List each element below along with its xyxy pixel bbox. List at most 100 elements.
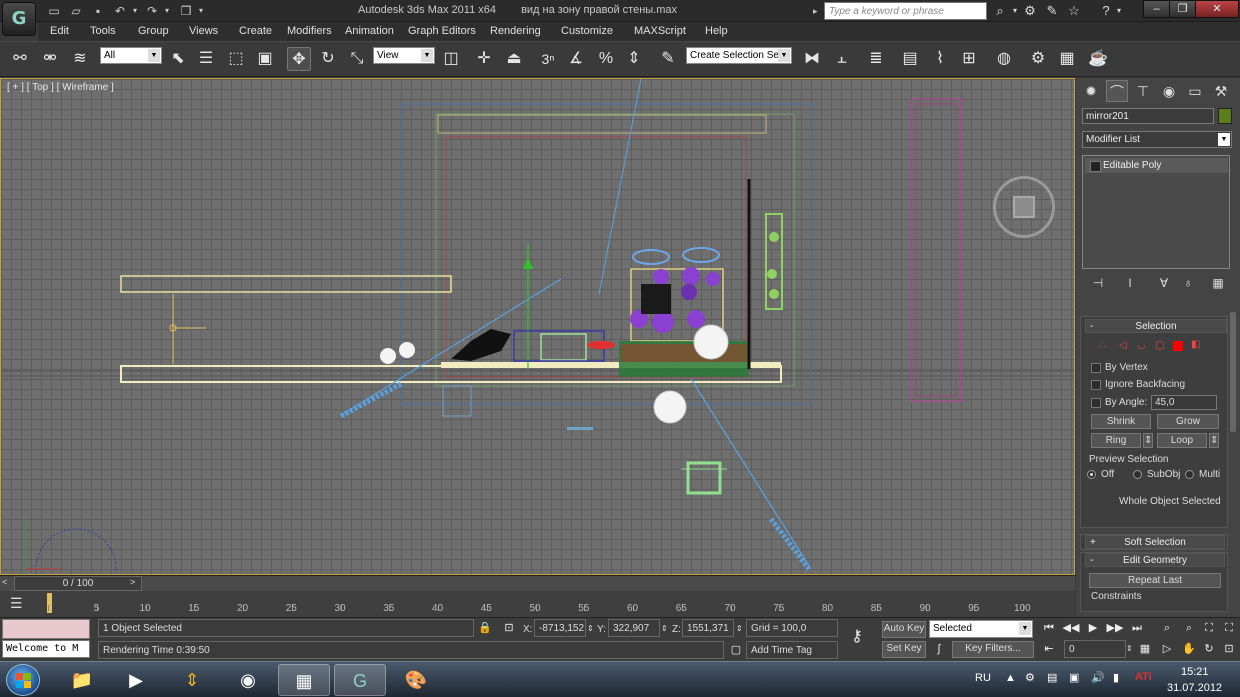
- preview-multi-radio[interactable]: [1185, 470, 1194, 479]
- absolute-mode-icon[interactable]: ⊡: [500, 619, 518, 637]
- percent-snap-icon[interactable]: %: [594, 47, 618, 71]
- clock-time[interactable]: 15:21: [1181, 666, 1209, 678]
- search-input[interactable]: Type a keyword or phrase: [824, 2, 987, 20]
- select-and-scale-icon[interactable]: ⤡: [345, 47, 369, 71]
- ring-spinner-icon[interactable]: ⇕: [1143, 433, 1153, 448]
- selection-rollout-header[interactable]: - Selection: [1085, 319, 1227, 333]
- time-configuration-icon[interactable]: ▦: [1136, 640, 1154, 658]
- time-slider-thumb[interactable]: 0 / 100: [14, 576, 142, 591]
- key-mode-toggle-icon[interactable]: ⇤: [1040, 640, 1058, 658]
- configure-modifier-sets-icon[interactable]: ▦: [1206, 274, 1230, 292]
- select-and-move-icon[interactable]: ✥: [287, 47, 311, 71]
- current-frame-field[interactable]: 0: [1064, 640, 1126, 658]
- create-tab-icon[interactable]: ✹: [1080, 80, 1102, 102]
- rectangular-selection-icon[interactable]: ⬚: [224, 47, 248, 71]
- menu-edit[interactable]: Edit: [50, 25, 69, 37]
- field-of-view-icon[interactable]: ▷: [1158, 640, 1176, 658]
- menu-help[interactable]: Help: [705, 25, 728, 37]
- orbit-icon[interactable]: ↻: [1200, 640, 1218, 658]
- search-expand-icon[interactable]: ▸: [813, 2, 823, 20]
- remove-modifier-icon[interactable]: ♁: [1176, 274, 1200, 292]
- by-angle-spinner[interactable]: 45,0: [1151, 395, 1217, 410]
- y-coordinate-field[interactable]: 322,907: [608, 619, 660, 637]
- undo-dropdown-icon[interactable]: ▾: [130, 2, 140, 20]
- angle-snap-icon[interactable]: ∡: [564, 47, 588, 71]
- select-and-manipulate-icon[interactable]: ✛: [472, 47, 496, 71]
- window-crossing-icon[interactable]: ▣: [253, 47, 277, 71]
- 3dsmax-taskbar-icon[interactable]: G: [334, 664, 386, 696]
- display-tab-icon[interactable]: ▭: [1184, 80, 1206, 102]
- tray-chat-icon[interactable]: ▣: [1069, 671, 1079, 684]
- ring-button[interactable]: Ring: [1091, 433, 1141, 448]
- command-panel-scrollbar[interactable]: [1230, 312, 1236, 432]
- minimize-button[interactable]: –: [1143, 0, 1170, 18]
- stack-item-editable-poly[interactable]: Editable Poly: [1085, 158, 1228, 173]
- maximize-viewport-icon[interactable]: ⊡: [1220, 640, 1238, 658]
- render-production-icon[interactable]: ☕: [1086, 47, 1110, 71]
- menu-rendering[interactable]: Rendering: [490, 25, 541, 37]
- vertex-mode-icon[interactable]: ∴: [1099, 340, 1105, 351]
- select-by-name-icon[interactable]: ☰: [194, 47, 218, 71]
- bind-space-warp-icon[interactable]: ≋: [68, 47, 92, 71]
- menu-animation[interactable]: Animation: [345, 25, 394, 37]
- viewcube-face[interactable]: [1013, 196, 1035, 218]
- material-editor-icon[interactable]: ◍: [992, 47, 1016, 71]
- paint-taskbar-icon[interactable]: 🎨: [390, 664, 442, 696]
- go-to-start-icon[interactable]: ⏮: [1040, 619, 1058, 637]
- quick-access-dropdown-icon[interactable]: ▾: [196, 2, 206, 20]
- tray-app-icon[interactable]: ⚙: [1025, 671, 1035, 684]
- media-player-taskbar-icon[interactable]: ▶: [110, 664, 162, 696]
- save-icon[interactable]: ▪: [88, 2, 108, 20]
- time-slider[interactable]: < 0 / 100 >: [0, 575, 1075, 591]
- tray-expand-icon[interactable]: ▲: [1005, 672, 1016, 684]
- graphite-modeling-icon[interactable]: ▤: [898, 47, 922, 71]
- language-indicator[interactable]: RU: [975, 672, 991, 684]
- maxscript-listener-pink[interactable]: [2, 619, 90, 639]
- tray-ati-icon[interactable]: ATi: [1135, 671, 1152, 683]
- key-filters-button[interactable]: Key Filters...: [952, 641, 1034, 658]
- time-slider-next-icon[interactable]: >: [130, 577, 135, 587]
- edge-mode-icon[interactable]: ◁: [1119, 340, 1127, 351]
- polygon-mode-icon[interactable]: ▢: [1155, 340, 1164, 351]
- chrome-taskbar-icon[interactable]: ◉: [222, 664, 274, 696]
- modify-tab-icon[interactable]: ⌒: [1106, 80, 1128, 102]
- menu-views[interactable]: Views: [189, 25, 218, 37]
- maxscript-listener-input[interactable]: Welcome to M: [2, 640, 90, 658]
- set-key-mode-icon[interactable]: ⚷: [848, 628, 866, 646]
- zoom-extents-icon[interactable]: ⛶: [1200, 619, 1218, 637]
- app-logo-icon[interactable]: G: [2, 2, 36, 36]
- selection-filter-dropdown[interactable]: All ▼: [100, 47, 162, 64]
- search-dropdown-icon[interactable]: ▾: [1010, 2, 1020, 20]
- tray-wifi-icon[interactable]: ▮: [1113, 671, 1119, 684]
- shrink-button[interactable]: Shrink: [1091, 414, 1151, 429]
- unlink-selection-icon[interactable]: ⚮: [38, 47, 62, 71]
- layer-manager-icon[interactable]: ≣: [864, 47, 888, 71]
- utilities-tab-icon[interactable]: ⚒: [1210, 80, 1232, 102]
- selected-key-dropdown[interactable]: Selected ▼: [929, 620, 1033, 638]
- render-setup-icon[interactable]: ⚙: [1026, 47, 1050, 71]
- add-time-tag-field[interactable]: Add Time Tag: [746, 641, 838, 659]
- z-coordinate-field[interactable]: 1551,371: [682, 619, 734, 637]
- zoom-extents-all-icon[interactable]: ⛶: [1220, 619, 1238, 637]
- soft-selection-header[interactable]: + Soft Selection: [1085, 535, 1225, 549]
- menu-tools[interactable]: Tools: [90, 25, 116, 37]
- select-and-link-icon[interactable]: ⚯: [8, 47, 32, 71]
- snaps-toggle-icon[interactable]: 3ⁿ: [536, 47, 560, 71]
- maximize-button[interactable]: ❐: [1169, 0, 1196, 18]
- project-folder-icon[interactable]: ❐: [176, 2, 196, 20]
- scene-wireframe[interactable]: [1, 79, 1075, 575]
- play-icon[interactable]: ▶: [1084, 619, 1102, 637]
- repeat-last-button[interactable]: Repeat Last: [1089, 573, 1221, 588]
- element-3d-mode-icon[interactable]: ◧: [1191, 339, 1200, 350]
- spinner-snap-icon[interactable]: ⇕: [622, 47, 646, 71]
- frame-ruler[interactable]: 5 10 15 20 25 30 35 40 45 50 55 60 65 70 75 80 85 90 95 100: [48, 591, 1031, 617]
- next-frame-icon[interactable]: ▶▶: [1106, 619, 1124, 637]
- time-slider-prev-icon[interactable]: <: [2, 577, 7, 587]
- menu-group[interactable]: Group: [138, 25, 169, 37]
- modifier-list-dropdown[interactable]: Modifier List ▼: [1082, 131, 1232, 148]
- motion-tab-icon[interactable]: ◉: [1158, 80, 1180, 102]
- preview-subobj-radio[interactable]: [1133, 470, 1142, 479]
- redo-icon[interactable]: ↷: [142, 2, 162, 20]
- x-spinner-icon[interactable]: ⇕: [587, 624, 594, 633]
- new-file-icon[interactable]: ▭: [44, 2, 64, 20]
